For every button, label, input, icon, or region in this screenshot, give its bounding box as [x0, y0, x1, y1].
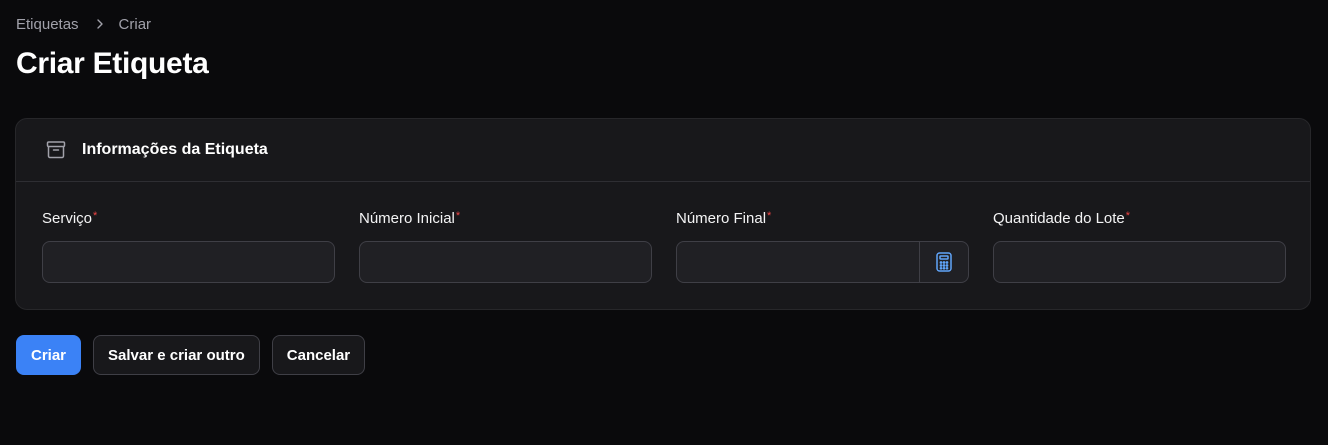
- quantidade-lote-input-wrapper: [993, 241, 1286, 283]
- field-label: Quantidade do Lote*: [993, 209, 1286, 229]
- field-label: Número Inicial*: [359, 209, 652, 229]
- field-label-text: Número Final: [676, 210, 767, 227]
- servico-input-wrapper: [42, 241, 335, 283]
- page-title: Criar Etiqueta: [16, 47, 209, 80]
- breadcrumb-item-criar: Criar: [118, 15, 152, 33]
- breadcrumb-item-etiquetas[interactable]: Etiquetas: [16, 16, 79, 33]
- field-label: Número Final*: [676, 209, 969, 229]
- field-label: Serviço*: [42, 209, 335, 229]
- form-actions: Criar Salvar e criar outro Cancelar: [16, 335, 366, 375]
- field-quantidade-lote: Quantidade do Lote*: [993, 209, 1286, 283]
- calculator-icon: [935, 252, 953, 272]
- field-label-text: Número Inicial: [359, 210, 455, 227]
- numero-final-input[interactable]: [677, 242, 919, 282]
- field-numero-inicial: Número Inicial*: [359, 209, 652, 283]
- quantidade-lote-input[interactable]: [994, 242, 1285, 282]
- numero-inicial-input-wrapper: [359, 241, 652, 283]
- numero-final-input-wrapper: [676, 241, 969, 283]
- breadcrumb: Etiquetas Criar: [16, 14, 151, 34]
- field-numero-final: Número Final*: [676, 209, 969, 283]
- chevron-right-icon: [95, 19, 105, 29]
- section-card: Informações da Etiqueta Serviço* Número …: [15, 118, 1311, 310]
- section-title: Informações da Etiqueta: [82, 141, 268, 158]
- required-mark: *: [1125, 210, 1131, 222]
- field-servico: Serviço*: [42, 209, 335, 283]
- create-button[interactable]: Criar: [16, 335, 82, 375]
- servico-input[interactable]: [43, 242, 334, 282]
- numero-inicial-input[interactable]: [360, 242, 651, 282]
- required-mark: *: [767, 210, 772, 222]
- required-mark: *: [455, 210, 461, 222]
- field-label-text: Serviço: [42, 210, 93, 227]
- page: Etiquetas Criar Criar Etiqueta Informaçõ…: [0, 0, 1328, 445]
- save-and-create-another-button[interactable]: Salvar e criar outro: [93, 335, 260, 375]
- calculate-button[interactable]: [919, 242, 968, 282]
- field-label-text: Quantidade do Lote: [993, 210, 1125, 227]
- archive-box-icon: [44, 138, 68, 162]
- cancel-button[interactable]: Cancelar: [271, 335, 366, 375]
- form-fields: Serviço* Número Inicial* Número Final* Q…: [42, 209, 1286, 283]
- required-mark: *: [93, 210, 98, 222]
- section-header: Informações da Etiqueta: [16, 119, 1310, 182]
